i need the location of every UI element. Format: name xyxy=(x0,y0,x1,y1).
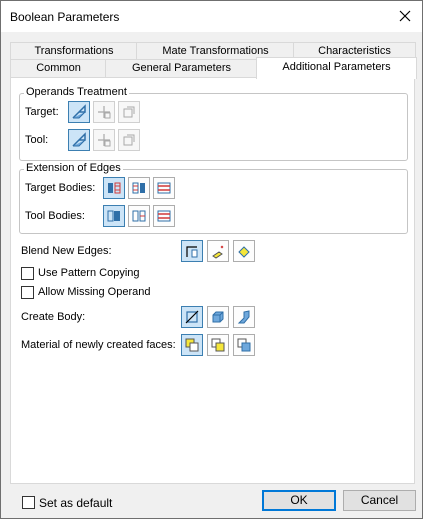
tool-body-button[interactable] xyxy=(68,129,90,151)
set-as-default-checkbox[interactable] xyxy=(22,496,35,509)
move-body-icon xyxy=(98,134,111,147)
new-body-icon xyxy=(185,310,199,324)
tool-label: Tool: xyxy=(25,134,49,146)
body-solid-icon xyxy=(72,132,86,147)
material-tool-icon xyxy=(211,338,225,352)
extend-left-icon xyxy=(107,210,120,222)
dialog-title: Boolean Parameters xyxy=(10,10,120,24)
extend-right-icon xyxy=(132,210,146,222)
ext-tool-right-button[interactable] xyxy=(128,205,150,227)
close-button[interactable] xyxy=(390,1,420,31)
extension-of-edges-title: Extension of Edges xyxy=(24,162,123,174)
ext-tool-left-button[interactable] xyxy=(103,205,125,227)
material-target-icon xyxy=(185,338,199,352)
extend-left-icon xyxy=(108,182,121,194)
ext-target-right-button[interactable] xyxy=(128,177,150,199)
material-default-icon xyxy=(237,338,251,352)
blend-fillet-button[interactable] xyxy=(207,240,229,262)
extend-right-icon xyxy=(132,182,145,194)
target-move-button[interactable] xyxy=(93,101,115,123)
create-solid-body-button[interactable] xyxy=(207,306,229,328)
additional-parameters-panel: Operands Treatment Target: Tool: Extensi… xyxy=(10,77,415,484)
tab-common[interactable]: Common xyxy=(10,59,107,77)
target-copy-button[interactable] xyxy=(118,101,140,123)
blend-fillet-icon xyxy=(212,245,224,259)
title-bar: Boolean Parameters xyxy=(1,1,422,32)
boolean-parameters-dialog: Boolean Parameters Transformations Mate … xyxy=(0,0,423,519)
extend-both-icon xyxy=(157,210,171,222)
material-tool-button[interactable] xyxy=(207,334,229,356)
create-body-label: Create Body: xyxy=(21,311,86,323)
blend-chamfer-icon xyxy=(238,246,250,258)
blend-chamfer-button[interactable] xyxy=(233,240,255,262)
create-new-body-button[interactable] xyxy=(181,306,203,328)
tab-additional-parameters[interactable]: Additional Parameters xyxy=(256,57,417,79)
tool-copy-button[interactable] xyxy=(118,129,140,151)
copy-body-icon xyxy=(123,106,135,118)
ext-target-left-button[interactable] xyxy=(103,177,125,199)
extend-both-icon xyxy=(157,182,171,194)
target-label: Target: xyxy=(25,106,59,118)
allow-missing-operand-label: Allow Missing Operand xyxy=(38,286,151,298)
extension-of-edges-group: Extension of Edges xyxy=(19,162,408,234)
ext-target-both-button[interactable] xyxy=(153,177,175,199)
target-body-button[interactable] xyxy=(68,101,90,123)
solid-body-icon xyxy=(212,311,224,323)
body-solid-icon xyxy=(72,104,86,119)
tab-transformations[interactable]: Transformations xyxy=(10,42,138,59)
operands-treatment-title: Operands Treatment xyxy=(24,86,129,98)
sheet-body-icon xyxy=(237,310,250,324)
blend-edge-icon xyxy=(186,246,198,258)
use-pattern-copying-label: Use Pattern Copying xyxy=(38,267,140,279)
target-bodies-label: Target Bodies: xyxy=(25,182,96,194)
ext-tool-both-button[interactable] xyxy=(153,205,175,227)
material-default-button[interactable] xyxy=(233,334,255,356)
tab-general-parameters[interactable]: General Parameters xyxy=(105,59,258,77)
tool-bodies-label: Tool Bodies: xyxy=(25,210,85,222)
create-sheet-body-button[interactable] xyxy=(233,306,255,328)
move-body-icon xyxy=(98,106,111,119)
copy-body-icon xyxy=(123,134,135,146)
close-icon xyxy=(399,10,411,22)
blend-new-edges-label: Blend New Edges: xyxy=(21,245,112,257)
use-pattern-copying-checkbox[interactable] xyxy=(21,267,34,280)
material-target-button[interactable] xyxy=(181,334,203,356)
allow-missing-operand-checkbox[interactable] xyxy=(21,286,34,299)
set-as-default-label: Set as default xyxy=(39,496,113,510)
cancel-button[interactable]: Cancel xyxy=(343,490,416,511)
material-label: Material of newly created faces: xyxy=(21,339,176,351)
ok-button[interactable]: OK xyxy=(262,490,336,511)
blend-edge-button[interactable] xyxy=(181,240,203,262)
tool-move-button[interactable] xyxy=(93,129,115,151)
